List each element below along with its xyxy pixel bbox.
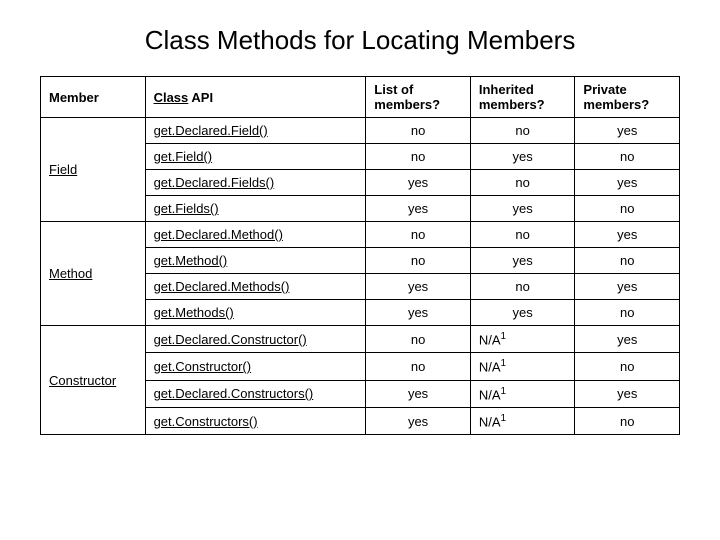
header-member: Member <box>41 77 146 118</box>
api-link[interactable]: get.Field() <box>154 149 213 164</box>
table-header-row: Member Class API List of members? Inheri… <box>41 77 680 118</box>
api-cell: get.Declared.Fields() <box>145 170 366 196</box>
private-cell: no <box>575 196 680 222</box>
private-cell: no <box>575 353 680 380</box>
list-cell: yes <box>366 300 471 326</box>
header-list: List of members? <box>366 77 471 118</box>
private-cell: yes <box>575 222 680 248</box>
api-cell: get.Constructor() <box>145 353 366 380</box>
api-link[interactable]: get.Declared.Constructor() <box>154 332 307 347</box>
class-link[interactable]: Class <box>154 90 189 105</box>
list-cell: no <box>366 248 471 274</box>
inherited-cell: no <box>470 274 575 300</box>
api-cell: get.Method() <box>145 248 366 274</box>
list-cell: no <box>366 118 471 144</box>
header-inherited: Inherited members? <box>470 77 575 118</box>
api-cell: get.Declared.Field() <box>145 118 366 144</box>
table-row: Methodget.Declared.Method()nonoyes <box>41 222 680 248</box>
api-cell: get.Declared.Method() <box>145 222 366 248</box>
inherited-cell: yes <box>470 248 575 274</box>
api-link[interactable]: get.Fields() <box>154 201 219 216</box>
private-cell: no <box>575 248 680 274</box>
inherited-cell: no <box>470 222 575 248</box>
header-private: Private members? <box>575 77 680 118</box>
api-cell: get.Methods() <box>145 300 366 326</box>
page-title: Class Methods for Locating Members <box>40 25 680 56</box>
list-cell: no <box>366 144 471 170</box>
list-cell: yes <box>366 380 471 407</box>
group-name: Method <box>41 222 146 326</box>
private-cell: no <box>575 300 680 326</box>
api-link[interactable]: get.Declared.Fields() <box>154 175 275 190</box>
api-cell: get.Field() <box>145 144 366 170</box>
table-row: Fieldget.Declared.Field()nonoyes <box>41 118 680 144</box>
api-cell: get.Declared.Constructors() <box>145 380 366 407</box>
api-link[interactable]: get.Declared.Methods() <box>154 279 290 294</box>
table-row: Constructorget.Declared.Constructor()noN… <box>41 326 680 353</box>
inherited-cell: N/A1 <box>470 407 575 434</box>
api-cell: get.Declared.Constructor() <box>145 326 366 353</box>
private-cell: yes <box>575 170 680 196</box>
inherited-cell: N/A1 <box>470 380 575 407</box>
api-cell: get.Constructors() <box>145 407 366 434</box>
list-cell: yes <box>366 196 471 222</box>
private-cell: no <box>575 407 680 434</box>
list-cell: yes <box>366 274 471 300</box>
group-name: Field <box>41 118 146 222</box>
api-link[interactable]: get.Declared.Method() <box>154 227 283 242</box>
private-cell: yes <box>575 326 680 353</box>
members-table: Member Class API List of members? Inheri… <box>40 76 680 435</box>
inherited-cell: yes <box>470 196 575 222</box>
inherited-cell: yes <box>470 144 575 170</box>
inherited-cell: yes <box>470 300 575 326</box>
inherited-cell: no <box>470 170 575 196</box>
api-link[interactable]: get.Constructor() <box>154 359 252 374</box>
api-link[interactable]: get.Constructors() <box>154 414 258 429</box>
private-cell: yes <box>575 380 680 407</box>
api-link[interactable]: get.Declared.Field() <box>154 123 268 138</box>
group-name: Constructor <box>41 326 146 435</box>
private-cell: yes <box>575 118 680 144</box>
private-cell: yes <box>575 274 680 300</box>
api-cell: get.Fields() <box>145 196 366 222</box>
header-api: Class API <box>145 77 366 118</box>
list-cell: no <box>366 326 471 353</box>
inherited-cell: no <box>470 118 575 144</box>
private-cell: no <box>575 144 680 170</box>
api-cell: get.Declared.Methods() <box>145 274 366 300</box>
list-cell: yes <box>366 170 471 196</box>
list-cell: no <box>366 353 471 380</box>
api-link[interactable]: get.Methods() <box>154 305 234 320</box>
list-cell: yes <box>366 407 471 434</box>
list-cell: no <box>366 222 471 248</box>
api-link[interactable]: get.Method() <box>154 253 228 268</box>
inherited-cell: N/A1 <box>470 326 575 353</box>
api-link[interactable]: get.Declared.Constructors() <box>154 386 314 401</box>
inherited-cell: N/A1 <box>470 353 575 380</box>
